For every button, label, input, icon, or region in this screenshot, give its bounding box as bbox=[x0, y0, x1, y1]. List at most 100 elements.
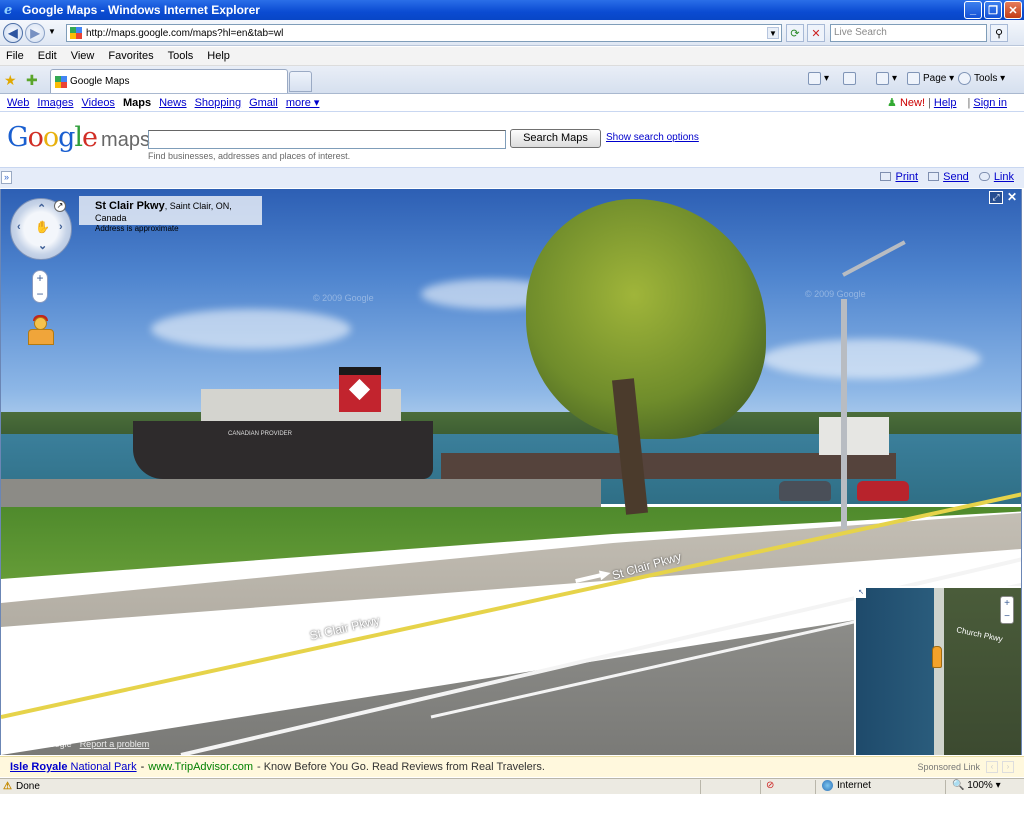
gbar-shopping[interactable]: Shopping bbox=[195, 97, 242, 109]
collapse-panel-button[interactable]: » bbox=[1, 171, 12, 184]
refresh-button[interactable]: ⟳ bbox=[786, 24, 804, 42]
close-window-button[interactable]: ✕ bbox=[1004, 1, 1022, 19]
link-link[interactable]: Link bbox=[978, 171, 1014, 183]
new-tab-button[interactable] bbox=[289, 71, 312, 92]
window-titlebar: e Google Maps - Windows Internet Explore… bbox=[0, 0, 1024, 20]
search-hint: Find businesses, addresses and places of… bbox=[148, 151, 351, 161]
street-view-panorama[interactable]: CANADIAN PROVIDER St Clair Pkwy St Clair… bbox=[0, 189, 1022, 755]
address-toolbar: ◀ ▶ ▼ http://maps.google.com/maps?hl=en&… bbox=[0, 20, 1024, 46]
pan-right-icon[interactable]: › bbox=[59, 221, 63, 233]
new-figure-icon: ♟ bbox=[887, 97, 897, 109]
gbar-more[interactable]: more ▾ bbox=[286, 96, 320, 109]
send-link[interactable]: Send bbox=[928, 171, 969, 183]
zoom-level[interactable]: 🔍 100% ▾ bbox=[952, 780, 1001, 791]
forward-button[interactable]: ▶ bbox=[25, 23, 45, 43]
status-bar: ⚠ Done ⊘ Internet 🔍 100% ▾ bbox=[0, 778, 1024, 794]
warning-icon: ⚠ bbox=[3, 781, 12, 792]
zoom-in-button[interactable]: + bbox=[33, 271, 47, 287]
tools-menu-label: Tools bbox=[974, 73, 998, 84]
gbar-user-links: ♟ New! | Help | Sign in bbox=[887, 97, 1007, 109]
ie-logo-icon: e bbox=[4, 2, 13, 18]
sign-in-link[interactable]: Sign in bbox=[973, 97, 1007, 109]
minimap-pegman-icon bbox=[932, 646, 942, 668]
home-button[interactable]: ▾ bbox=[808, 72, 829, 85]
menu-favorites[interactable]: Favorites bbox=[108, 50, 153, 62]
close-streetview-icon[interactable]: ✕ bbox=[1007, 190, 1017, 204]
address-url: http://maps.google.com/maps?hl=en&tab=wl bbox=[86, 27, 284, 39]
pegman-icon[interactable] bbox=[25, 315, 57, 347]
maps-search-input[interactable] bbox=[148, 130, 506, 149]
ad-title-link[interactable]: Isle Royale National Park bbox=[10, 761, 137, 773]
zone-label: Internet bbox=[837, 780, 871, 791]
gear-icon bbox=[958, 72, 971, 85]
add-favorites-icon[interactable]: ✚ bbox=[26, 72, 38, 89]
gbar-gmail[interactable]: Gmail bbox=[249, 97, 278, 109]
globe-icon bbox=[822, 780, 833, 791]
feeds-button[interactable] bbox=[843, 72, 859, 85]
desktop-below bbox=[0, 794, 1024, 820]
print-link[interactable]: Print bbox=[880, 171, 918, 183]
print-toolbar-button[interactable]: ▾ bbox=[876, 72, 897, 85]
home-icon bbox=[808, 72, 821, 85]
minimap-collapse-icon[interactable]: ↖ bbox=[856, 588, 866, 598]
address-approx-note: Address is approximate bbox=[95, 224, 179, 233]
menu-edit[interactable]: Edit bbox=[38, 50, 57, 62]
address-overlay: St Clair Pkwy, Saint Clair, ON, Canada A… bbox=[79, 196, 262, 233]
search-go-icon[interactable]: ⚲ bbox=[990, 24, 1008, 42]
minimap[interactable]: ↖ Church Pkwy + − bbox=[854, 586, 1021, 755]
maps-header: Google maps Search Maps Show search optio… bbox=[0, 113, 1024, 166]
chain-link-icon bbox=[978, 172, 990, 181]
zoom-out-button[interactable]: − bbox=[33, 287, 47, 303]
favorites-star-icon[interactable]: ★ bbox=[4, 72, 17, 89]
security-zone[interactable]: Internet bbox=[822, 780, 871, 791]
minimap-zoom-control[interactable]: + − bbox=[1000, 596, 1014, 624]
menu-file[interactable]: File bbox=[6, 50, 24, 62]
tab-label: Google Maps bbox=[70, 76, 130, 87]
ad-url[interactable]: www.TripAdvisor.com bbox=[148, 761, 253, 773]
logo-maps: maps bbox=[101, 129, 150, 151]
address-street: St Clair Pkwy bbox=[95, 200, 165, 212]
compass-expand-icon[interactable]: ↗ bbox=[54, 200, 66, 212]
address-field[interactable]: http://maps.google.com/maps?hl=en&tab=wl… bbox=[66, 24, 782, 42]
gbar-web[interactable]: Web bbox=[7, 97, 29, 109]
ad-next-icon[interactable]: › bbox=[1002, 761, 1014, 773]
page-menu-button[interactable]: Page ▾ bbox=[907, 72, 954, 85]
gbar-images[interactable]: Images bbox=[37, 97, 73, 109]
menu-tools[interactable]: Tools bbox=[168, 50, 194, 62]
window-controls: _ ❐ ✕ bbox=[964, 1, 1022, 19]
maximize-button[interactable]: ❐ bbox=[984, 1, 1002, 19]
zoom-control: + − bbox=[32, 270, 48, 303]
address-dropdown-icon[interactable]: ▼ bbox=[767, 27, 779, 39]
sponsored-ad-bar: Isle Royale National Park - www.TripAdvi… bbox=[0, 756, 1024, 777]
envelope-icon bbox=[928, 172, 940, 181]
show-search-options-link[interactable]: Show search options bbox=[606, 132, 699, 143]
google-favicon-icon bbox=[55, 75, 67, 88]
watermark: © 2009 Google bbox=[805, 289, 866, 299]
pan-down-icon[interactable]: ⌄ bbox=[38, 239, 47, 252]
report-problem-link[interactable]: Report a problem bbox=[80, 739, 150, 749]
pan-left-icon[interactable]: ‹ bbox=[17, 221, 21, 233]
status-text: Done bbox=[15, 781, 40, 792]
menu-help[interactable]: Help bbox=[207, 50, 230, 62]
pan-up-icon[interactable]: ⌃ bbox=[37, 202, 46, 215]
stop-button[interactable]: ✕ bbox=[807, 24, 825, 42]
gbar-videos[interactable]: Videos bbox=[82, 97, 115, 109]
new-label[interactable]: New! bbox=[900, 97, 925, 109]
search-maps-button[interactable]: Search Maps bbox=[510, 129, 601, 148]
history-dropdown-icon[interactable]: ▼ bbox=[48, 27, 56, 36]
google-maps-logo[interactable]: Google maps bbox=[7, 123, 150, 155]
ad-text: - Know Before You Go. Read Reviews from … bbox=[257, 761, 545, 773]
menu-view[interactable]: View bbox=[71, 50, 95, 62]
tab-google-maps[interactable]: Google Maps bbox=[50, 69, 288, 93]
live-search-input[interactable]: Live Search bbox=[830, 24, 987, 42]
ad-prev-icon[interactable]: ‹ bbox=[986, 761, 998, 773]
help-link[interactable]: Help bbox=[934, 97, 957, 109]
back-button[interactable]: ◀ bbox=[3, 23, 23, 43]
fullscreen-icon[interactable]: ⤢ bbox=[989, 191, 1003, 204]
tools-menu-button[interactable]: Tools ▾ bbox=[958, 72, 1005, 85]
window-title: Google Maps - Windows Internet Explorer bbox=[22, 3, 260, 17]
minimize-button[interactable]: _ bbox=[964, 1, 982, 19]
hand-icon: ✋ bbox=[35, 220, 50, 234]
map-toolbar: » Print Send Link bbox=[0, 167, 1024, 188]
gbar-news[interactable]: News bbox=[159, 97, 187, 109]
